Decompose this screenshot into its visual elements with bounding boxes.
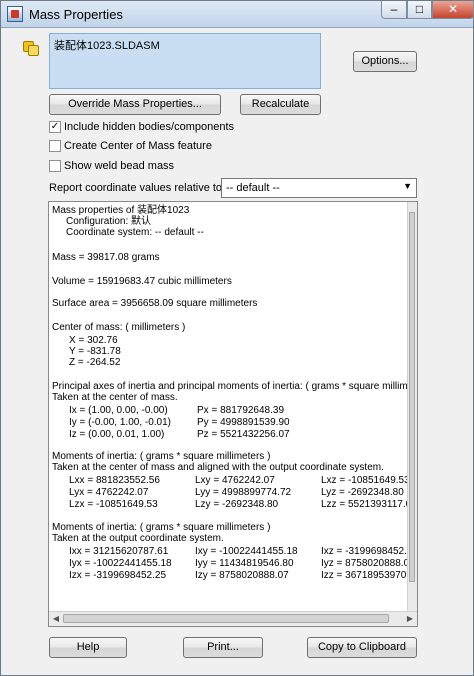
mass-properties-window: Mass Properties – □ ✕ 装配体1023.SLDASM Opt… bbox=[0, 0, 474, 676]
moi-com-title: Moments of inertia: ( grams * square mil… bbox=[52, 451, 271, 462]
iyx-line: Iyx = -10022441455.18 bbox=[69, 558, 172, 569]
coordinate-system-dropdown[interactable]: -- default -- ▼ bbox=[221, 178, 417, 198]
create-center-of-mass-label: Create Center of Mass feature bbox=[64, 140, 212, 152]
selected-components-icon bbox=[23, 41, 39, 56]
override-mass-properties-button[interactable]: Override Mass Properties... bbox=[49, 94, 221, 115]
lyy-line: Lyy = 4998899774.72 bbox=[195, 487, 292, 498]
center-of-mass-title: Center of mass: ( millimeters ) bbox=[52, 322, 186, 333]
moi-output-subtitle: Taken at the output coordinate system. bbox=[52, 533, 224, 544]
com-y-line: Y = -831.78 bbox=[69, 346, 121, 357]
moi-output-title: Moments of inertia: ( grams * square mil… bbox=[52, 522, 271, 533]
include-hidden-bodies-label: Include hidden bodies/components bbox=[64, 121, 235, 133]
lyz-line: Lyz = -2692348.80 bbox=[321, 487, 404, 498]
lxy-line: Lxy = 4762242.07 bbox=[195, 475, 275, 486]
iyy-line: Iyy = 11434819546.80 bbox=[195, 558, 294, 569]
lxx-line: Lxx = 881823552.56 bbox=[69, 475, 160, 486]
close-button[interactable]: ✕ bbox=[432, 1, 474, 19]
show-weld-bead-mass-checkbox[interactable] bbox=[49, 160, 61, 172]
volume-line: Volume = 15919683.47 cubic millimeters bbox=[52, 276, 232, 287]
selected-items-list[interactable]: 装配体1023.SLDASM bbox=[49, 33, 321, 89]
px-line: Px = 881792648.39 bbox=[197, 405, 285, 416]
results-content: Mass properties of 装配体1023 Configuration… bbox=[49, 202, 409, 612]
configuration-line: Configuration: 默认 bbox=[66, 216, 152, 227]
results-text-area[interactable]: Mass properties of 装配体1023 Configuration… bbox=[48, 201, 418, 627]
show-weld-bead-mass-label: Show weld bead mass bbox=[64, 160, 175, 172]
horizontal-scroll-thumb[interactable] bbox=[63, 614, 389, 623]
selected-item[interactable]: 装配体1023.SLDASM bbox=[54, 37, 160, 53]
pz-line: Pz = 5521432256.07 bbox=[197, 429, 290, 440]
horizontal-scrollbar[interactable]: ◀ ▶ bbox=[49, 611, 417, 626]
vertical-scrollbar[interactable] bbox=[407, 202, 417, 612]
maximize-button[interactable]: □ bbox=[407, 1, 432, 19]
vertical-scroll-thumb[interactable] bbox=[409, 212, 415, 582]
recalculate-button[interactable]: Recalculate bbox=[240, 94, 321, 115]
help-button[interactable]: Help bbox=[49, 637, 127, 658]
iy-line: Iy = (-0.00, 1.00, -0.01) bbox=[69, 417, 171, 428]
print-button[interactable]: Print... bbox=[183, 637, 263, 658]
lzy-line: Lzy = -2692348.80 bbox=[195, 499, 279, 510]
ixy-line: Ixy = -10022441455.18 bbox=[195, 546, 298, 557]
coordinate-system-label: Report coordinate values relative to: bbox=[49, 182, 226, 194]
lxz-line: Lxz = -10851649.53 bbox=[321, 475, 409, 486]
ix-line: Ix = (1.00, 0.00, -0.00) bbox=[69, 405, 168, 416]
coordinate-system-line: Coordinate system: -- default -- bbox=[66, 227, 204, 238]
copy-to-clipboard-button[interactable]: Copy to Clipboard bbox=[307, 637, 417, 658]
principal-axes-title: Principal axes of inertia and principal … bbox=[52, 381, 408, 392]
iz-line: Iz = (0.00, 0.01, 1.00) bbox=[69, 429, 165, 440]
window-title: Mass Properties bbox=[29, 7, 123, 22]
com-z-line: Z = -264.52 bbox=[69, 357, 121, 368]
lzx-line: Lzx = -10851649.53 bbox=[69, 499, 158, 510]
iyz-line: Iyz = 8758020888.07 bbox=[321, 558, 409, 569]
coordinate-system-value: -- default -- bbox=[226, 182, 280, 194]
include-hidden-bodies-checkbox[interactable]: ✓ bbox=[49, 121, 61, 133]
scroll-left-icon[interactable]: ◀ bbox=[50, 613, 62, 624]
app-icon bbox=[7, 6, 23, 22]
ixz-line: Ixz = -3199698452.25 bbox=[321, 546, 409, 557]
izy-line: Izy = 8758020888.07 bbox=[195, 570, 289, 581]
lzz-line: Lzz = 5521393117.07 bbox=[321, 499, 409, 510]
moi-com-subtitle: Taken at the center of mass and aligned … bbox=[52, 462, 384, 473]
options-button[interactable]: Options... bbox=[353, 51, 417, 72]
lyx-line: Lyx = 4762242.07 bbox=[69, 487, 149, 498]
title-bar[interactable]: Mass Properties – □ ✕ bbox=[1, 1, 474, 28]
results-header: Mass properties of 装配体1023 bbox=[52, 205, 190, 216]
scroll-right-icon[interactable]: ▶ bbox=[404, 613, 416, 624]
surface-area-line: Surface area = 3956658.09 square millime… bbox=[52, 298, 258, 309]
py-line: Py = 4998891539.90 bbox=[197, 417, 290, 428]
ixx-line: Ixx = 31215620787.61 bbox=[69, 546, 169, 557]
create-center-of-mass-checkbox[interactable] bbox=[49, 140, 61, 152]
minimize-button[interactable]: – bbox=[381, 1, 407, 19]
principal-axes-subtitle: Taken at the center of mass. bbox=[52, 392, 178, 403]
com-x-line: X = 302.76 bbox=[69, 335, 118, 346]
chevron-down-icon[interactable]: ▼ bbox=[403, 181, 412, 191]
mass-line: Mass = 39817.08 grams bbox=[52, 252, 160, 263]
izz-line: Izz = 36718953970.57 bbox=[321, 570, 409, 581]
izx-line: Izx = -3199698452.25 bbox=[69, 570, 167, 581]
